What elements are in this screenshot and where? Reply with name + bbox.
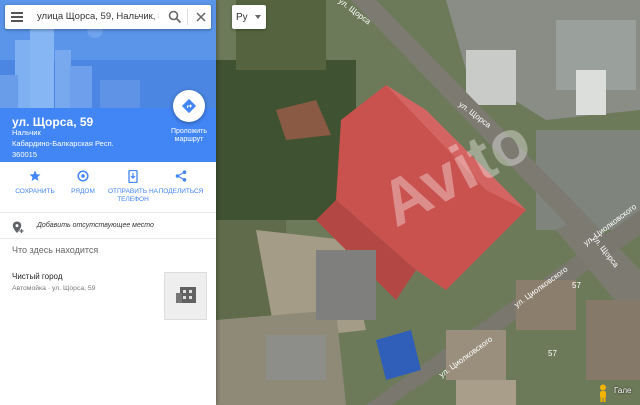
nearby-icon — [77, 170, 89, 182]
address-region: Кабардино-Балкарская Респ. — [12, 139, 114, 148]
search-box[interactable]: улица Щорса, 59, Нальчик, Каба — [5, 5, 211, 29]
add-missing-place-link[interactable]: Добавить отсутствующее место — [12, 221, 212, 233]
whats-here-heading: Что здесь находится — [12, 245, 99, 255]
language-value: Ру — [236, 11, 248, 23]
satellite-imagery: Avito ул. Щорса ул. Щорса ул. Щорса ул. … — [216, 0, 640, 405]
nearby-place-name[interactable]: Чистый город — [12, 272, 63, 281]
place-panel: улица Щорса, 59, Нальчик, Каба ул. Щорса… — [0, 0, 216, 405]
building-icon — [176, 287, 196, 303]
send-to-phone-button[interactable]: ОТПРАВИТЬ НА ТЕЛЕФОН — [106, 170, 160, 204]
place-title: ул. Щорса, 59 — [12, 115, 94, 129]
star-icon — [29, 170, 41, 181]
search-divider — [187, 9, 188, 25]
address-city: Нальчик — [12, 128, 41, 137]
directions-label[interactable]: Проложить маршрут — [163, 128, 215, 144]
send-to-phone-label: ОТПРАВИТЬ НА ТЕЛЕФОН — [107, 188, 158, 203]
divider — [0, 238, 216, 239]
divider — [0, 212, 216, 213]
close-icon[interactable] — [195, 11, 207, 23]
menu-icon[interactable] — [11, 12, 23, 22]
building-number: 57 — [548, 349, 557, 358]
search-icon[interactable] — [168, 10, 182, 24]
building-number: 57 — [572, 281, 581, 290]
action-bar: СОХРАНИТЬ РЯДОМ ОТПРАВИТЬ НА ТЕЛЕФОН ПОД… — [0, 170, 216, 210]
share-label: ПОДЕЛИТЬСЯ — [158, 188, 204, 195]
share-button[interactable]: ПОДЕЛИТЬСЯ — [154, 170, 208, 196]
nearby-place-thumbnail[interactable] — [164, 272, 207, 320]
nearby-label: РЯДОМ — [71, 188, 95, 195]
save-label: СОХРАНИТЬ — [15, 188, 55, 195]
nearby-button[interactable]: РЯДОМ — [56, 170, 110, 196]
satellite-map[interactable]: Avito ул. Щорса ул. Щорса ул. Щорса ул. … — [216, 0, 640, 405]
directions-icon — [181, 98, 197, 114]
save-button[interactable]: СОХРАНИТЬ — [8, 170, 62, 196]
language-select[interactable]: Ру — [232, 5, 266, 29]
pegman-icon[interactable] — [596, 384, 610, 402]
attribution-text[interactable]: Гале — [614, 386, 631, 395]
chevron-down-icon — [255, 15, 261, 19]
directions-button[interactable] — [173, 90, 205, 122]
address-postcode: 360015 — [12, 150, 38, 159]
add-location-icon — [12, 221, 24, 233]
add-missing-place-label: Добавить отсутствующее место — [37, 222, 154, 229]
send-to-phone-icon — [128, 170, 138, 183]
nearby-place-subtitle: Автомойка · ул. Щорса, 59 — [12, 285, 96, 292]
share-icon — [175, 170, 187, 182]
search-input[interactable]: улица Щорса, 59, Нальчик, Каба — [37, 11, 159, 23]
